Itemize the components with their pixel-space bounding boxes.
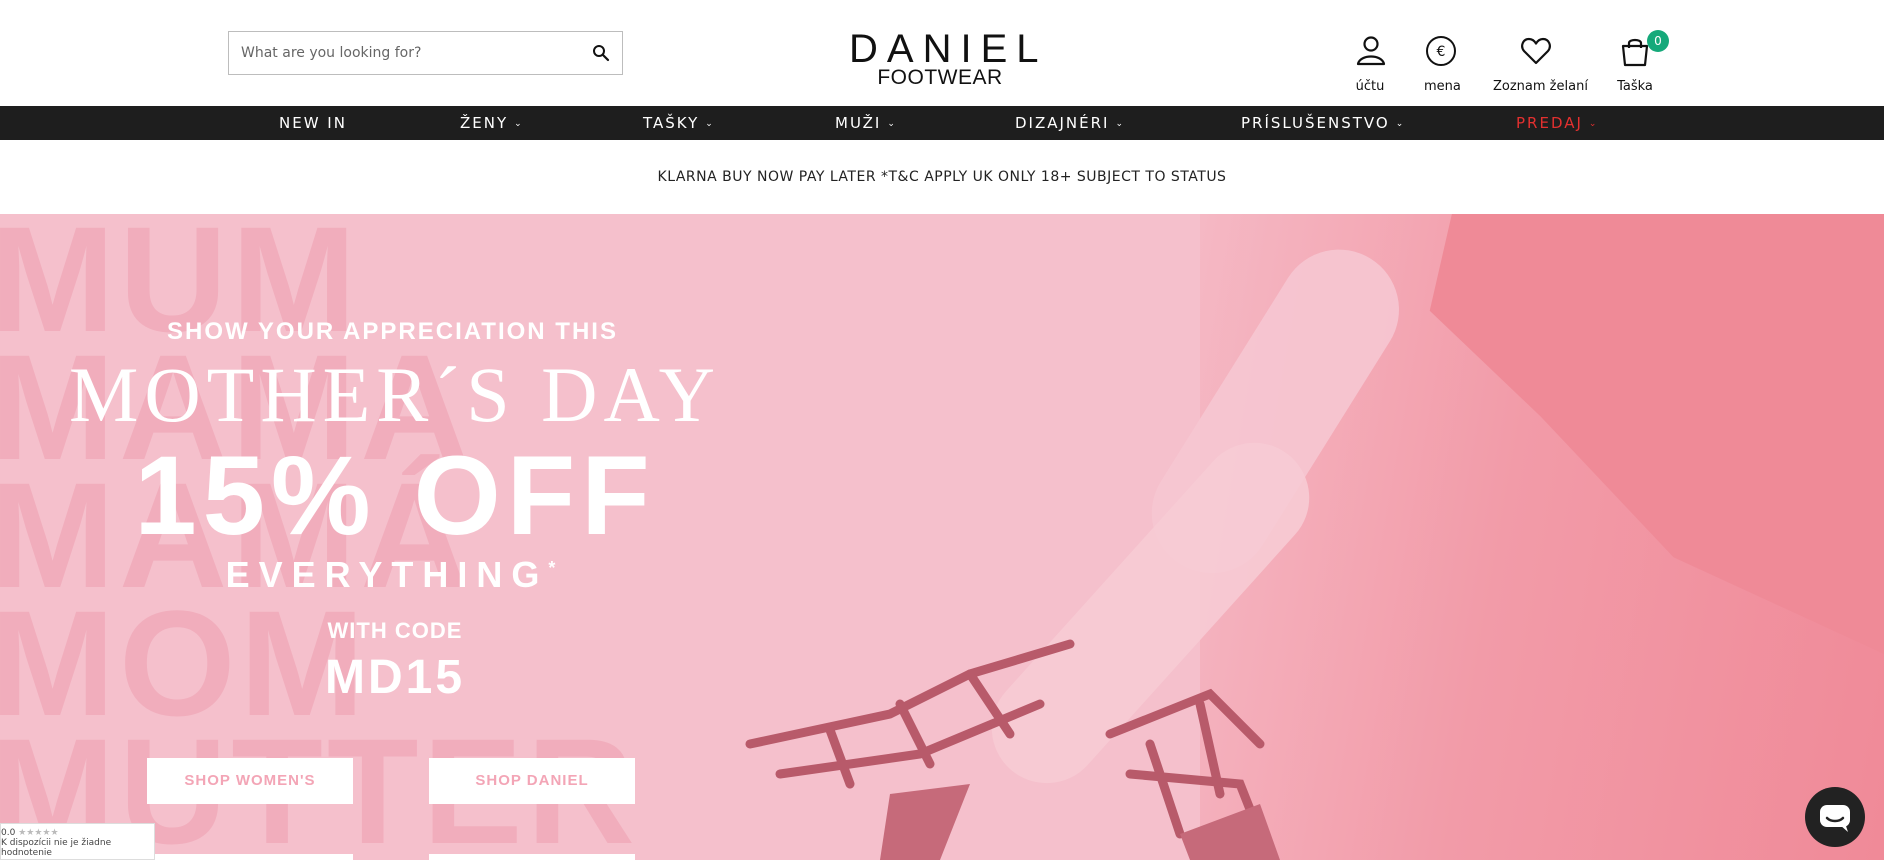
- nav-item-sale[interactable]: PREDAJ ⌄: [1516, 106, 1596, 140]
- hero-button-partial[interactable]: [147, 854, 353, 860]
- nav-label: TAŠKY: [643, 114, 700, 132]
- site-logo[interactable]: DANIEL FOOTWEAR: [840, 27, 1048, 89]
- hero-tagline: SHOW YOUR APPRECIATION THIS: [167, 318, 618, 345]
- nav-label: DIZAJNÉRI: [1015, 114, 1110, 132]
- nav-item-accessories[interactable]: PRÍSLUŠENSTVO ⌄: [1241, 106, 1403, 140]
- wishlist-label: Zoznam želaní: [1493, 79, 1588, 94]
- search-icon[interactable]: [592, 44, 610, 62]
- hero-subtitle: EVERYTHING*: [0, 554, 790, 596]
- hero-code-label: WITH CODE: [327, 618, 463, 643]
- hero-photo-sandal: [745, 639, 1280, 860]
- nav-label: PREDAJ: [1516, 114, 1583, 132]
- bag-link[interactable]: 0 Taška: [1617, 30, 1669, 94]
- svg-text:€: €: [1437, 44, 1446, 60]
- chevron-down-icon: ⌄: [705, 119, 713, 129]
- euro-icon: €: [1426, 36, 1456, 66]
- account-link[interactable]: účtu: [1354, 34, 1386, 94]
- main-navigation: NEW IN ŽENY ⌄ TAŠKY ⌄ MUŽI ⌄ DIZAJNÉRI ⌄ PRÍ…: [0, 106, 1884, 140]
- currency-label: mena: [1424, 79, 1461, 94]
- nav-label: MUŽI: [835, 114, 882, 132]
- hero-title: MOTHER´S DAY: [68, 351, 721, 438]
- bag-label: Taška: [1617, 79, 1653, 94]
- star-rating-icon: ★★★★★: [18, 828, 59, 838]
- nav-item-women[interactable]: ŽENY ⌄: [460, 106, 522, 140]
- nav-item-men[interactable]: MUŽI ⌄: [835, 106, 895, 140]
- hero-banner[interactable]: MUM MAMA MAMÁ MOM MUTTER SHOW YOUR APPRE…: [0, 214, 1884, 860]
- reviews-widget[interactable]: 0.0 ★★★★★ K dispozícii nie je žiadne hod…: [0, 823, 155, 860]
- chevron-down-icon: ⌄: [887, 119, 895, 129]
- nav-item-new-in[interactable]: NEW IN: [279, 106, 347, 140]
- heart-icon: [1521, 37, 1551, 65]
- wishlist-link[interactable]: Zoznam želaní: [1493, 34, 1588, 94]
- search-box: [228, 31, 623, 75]
- logo-subtitle: FOOTWEAR: [877, 66, 1003, 89]
- search-input[interactable]: [229, 32, 579, 74]
- account-label: účtu: [1355, 79, 1385, 94]
- reviews-score: 0.0: [1, 828, 16, 838]
- currency-selector[interactable]: € mena: [1424, 34, 1461, 94]
- site-header: DANIEL FOOTWEAR účtu € mena Zoznam želan…: [0, 0, 1884, 106]
- hero-code: MD15: [324, 651, 466, 704]
- hero-subtitle-mark: *: [548, 558, 565, 578]
- nav-label: NEW IN: [279, 114, 347, 132]
- user-icon: [1356, 36, 1386, 66]
- bag-count-badge: 0: [1647, 30, 1669, 52]
- hero-discount: 15% OFF: [134, 433, 656, 558]
- chevron-down-icon: ⌄: [1115, 119, 1124, 129]
- chevron-down-icon: ⌄: [1588, 119, 1597, 129]
- nav-label: PRÍSLUŠENSTVO: [1241, 114, 1390, 132]
- hero-button-partial[interactable]: [429, 854, 635, 860]
- reviews-text: K dispozícii nie je žiadne hodnotenie: [1, 838, 112, 858]
- chat-icon: [1820, 805, 1850, 832]
- nav-item-bags[interactable]: TAŠKY ⌄: [643, 106, 713, 140]
- nav-item-designers[interactable]: DIZAJNÉRI ⌄: [1015, 106, 1123, 140]
- nav-label: ŽENY: [460, 114, 509, 132]
- shop-daniel-button[interactable]: SHOP DANIEL: [429, 758, 635, 804]
- logo-wordmark: DANIEL: [849, 27, 1048, 71]
- shop-womens-button[interactable]: SHOP WOMEN'S: [147, 758, 353, 804]
- hero-subtitle-text: EVERYTHING: [225, 554, 549, 595]
- chat-button[interactable]: [1805, 787, 1865, 847]
- promo-banner[interactable]: KLARNA BUY NOW PAY LATER *T&C APPLY UK O…: [0, 140, 1884, 214]
- promo-text: KLARNA BUY NOW PAY LATER *T&C APPLY UK O…: [657, 169, 1227, 185]
- chevron-down-icon: ⌄: [1395, 119, 1404, 129]
- chevron-down-icon: ⌄: [514, 119, 522, 129]
- reviews-rating: 0.0 ★★★★★: [1, 828, 154, 838]
